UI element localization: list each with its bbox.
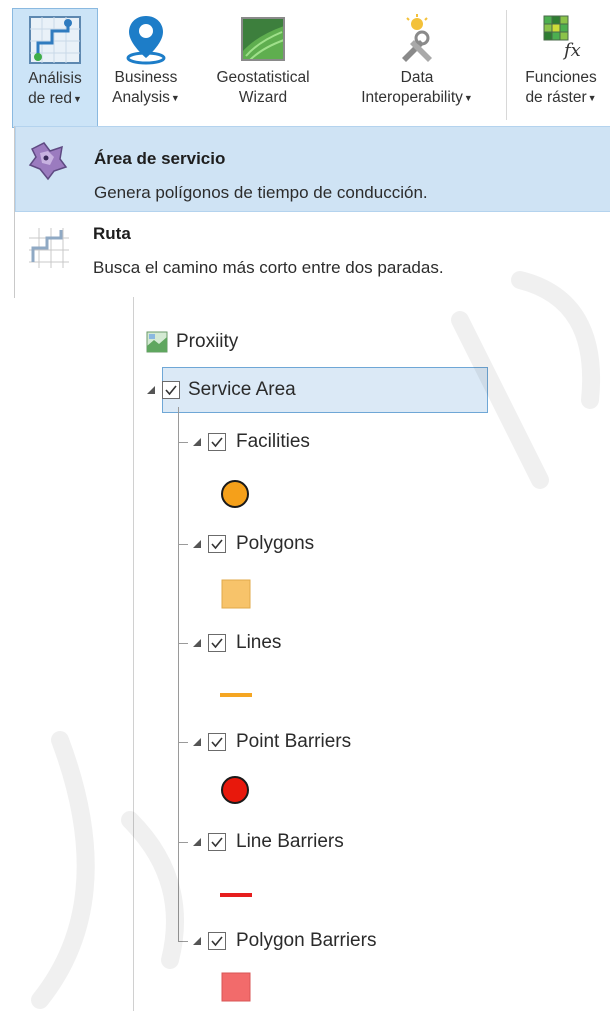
visibility-checkbox[interactable]	[208, 733, 226, 751]
data-interoperability-icon	[388, 10, 446, 68]
network-analysis-icon	[26, 11, 84, 69]
menu-item-title: Área de servicio	[94, 149, 226, 168]
chevron-down-icon: ▼	[73, 94, 82, 104]
visibility-checkbox[interactable]	[162, 381, 180, 399]
tree-connector	[178, 927, 179, 941]
layer-name: Polygons	[236, 533, 315, 554]
expand-triangle-icon[interactable]	[192, 539, 202, 549]
menu-item-service-area[interactable]: Área de servicio Genera polígonos de tie…	[15, 126, 610, 212]
geostatistical-wizard-label-1: Geostatistical	[216, 69, 310, 86]
expand-triangle-icon[interactable]	[192, 837, 202, 847]
contents-pane: Proxiity Service Area Facilities Polygon…	[133, 297, 610, 1011]
layer-polygons[interactable]: Polygons	[192, 529, 314, 559]
menu-item-title: Ruta	[93, 224, 131, 243]
layer-polygon-barriers[interactable]: Polygon Barriers	[192, 926, 376, 956]
raster-functions-button[interactable]: fx Funciones de ráster▼	[512, 8, 610, 126]
expand-triangle-icon[interactable]	[192, 437, 202, 447]
layer-facilities[interactable]: Facilities	[192, 427, 310, 457]
raster-functions-label-2: de ráster	[525, 89, 587, 107]
point-barriers-symbol	[220, 775, 250, 811]
route-icon	[25, 224, 69, 268]
chevron-down-icon: ▼	[170, 93, 180, 103]
layer-name: Point Barriers	[236, 731, 352, 752]
data-interoperability-label-2: Interoperability	[361, 89, 463, 107]
line-barriers-symbol	[220, 883, 252, 905]
polygon-barriers-symbol	[221, 972, 251, 1008]
network-analysis-label-2: de red	[28, 90, 73, 108]
layer-name: Facilities	[236, 431, 310, 452]
tree-connector	[178, 442, 188, 443]
network-analysis-label-1: Análisis	[28, 70, 82, 87]
geostatistical-wizard-button[interactable]: Geostatistical Wizard	[200, 8, 326, 126]
menu-item-route[interactable]: Ruta Busca el camino más corto entre dos…	[15, 212, 610, 298]
network-analysis-dropdown: Área de servicio Genera polígonos de tie…	[14, 126, 610, 298]
layer-name: Lines	[236, 632, 282, 653]
lines-symbol	[220, 683, 252, 705]
visibility-checkbox[interactable]	[208, 932, 226, 950]
expand-triangle-icon[interactable]	[192, 936, 202, 946]
business-analysis-button[interactable]: Business Analysis▼	[100, 8, 192, 126]
map-node[interactable]: Proxiity	[146, 327, 238, 357]
geostatistical-wizard-label-2: Wizard	[238, 89, 288, 106]
layer-name: Polygon Barriers	[236, 930, 377, 951]
menu-item-description: Busca el camino más corto entre dos para…	[93, 258, 444, 277]
data-interoperability-label-1: Data	[400, 69, 434, 86]
layer-line-barriers[interactable]: Line Barriers	[192, 827, 344, 857]
chevron-down-icon: ▼	[463, 93, 473, 103]
service-area-icon	[26, 139, 70, 183]
raster-functions-icon: fx	[532, 10, 590, 68]
tree-connector	[178, 941, 188, 942]
group-layer-service-area[interactable]: Service Area	[146, 375, 296, 405]
business-analysis-label-2: Analysis	[112, 89, 170, 107]
ribbon-separator	[506, 10, 507, 120]
menu-item-description: Genera polígonos de tiempo de conducción…	[94, 183, 428, 202]
visibility-checkbox[interactable]	[208, 634, 226, 652]
tree-connector	[178, 544, 188, 545]
svg-text:fx: fx	[562, 40, 581, 61]
facilities-symbol	[220, 479, 250, 515]
polygons-symbol	[221, 579, 251, 615]
chevron-down-icon: ▼	[587, 93, 597, 103]
business-analysis-label-1: Business	[114, 69, 178, 86]
layer-point-barriers[interactable]: Point Barriers	[192, 727, 351, 757]
group-layer-name: Service Area	[188, 379, 296, 400]
expand-triangle-icon[interactable]	[192, 737, 202, 747]
map-icon	[146, 331, 168, 353]
tree-connector	[178, 407, 179, 941]
tree-connector	[178, 643, 188, 644]
visibility-checkbox[interactable]	[208, 833, 226, 851]
layer-lines[interactable]: Lines	[192, 628, 281, 658]
expand-triangle-icon[interactable]	[192, 638, 202, 648]
visibility-checkbox[interactable]	[208, 535, 226, 553]
geostatistical-wizard-icon	[234, 10, 292, 68]
map-name: Proxiity	[176, 331, 239, 352]
ribbon: Análisis de red▼ Business Analysis▼ Geos…	[0, 0, 610, 128]
visibility-checkbox[interactable]	[208, 433, 226, 451]
tree-connector	[178, 742, 188, 743]
data-interoperability-button[interactable]: Data Interoperability▼	[336, 8, 498, 126]
business-analysis-icon	[117, 10, 175, 68]
layer-name: Line Barriers	[236, 831, 344, 852]
tree-connector	[178, 842, 188, 843]
raster-functions-label-1: Funciones	[525, 69, 597, 86]
network-analysis-button[interactable]: Análisis de red▼	[12, 8, 98, 128]
expand-triangle-icon[interactable]	[146, 385, 156, 395]
